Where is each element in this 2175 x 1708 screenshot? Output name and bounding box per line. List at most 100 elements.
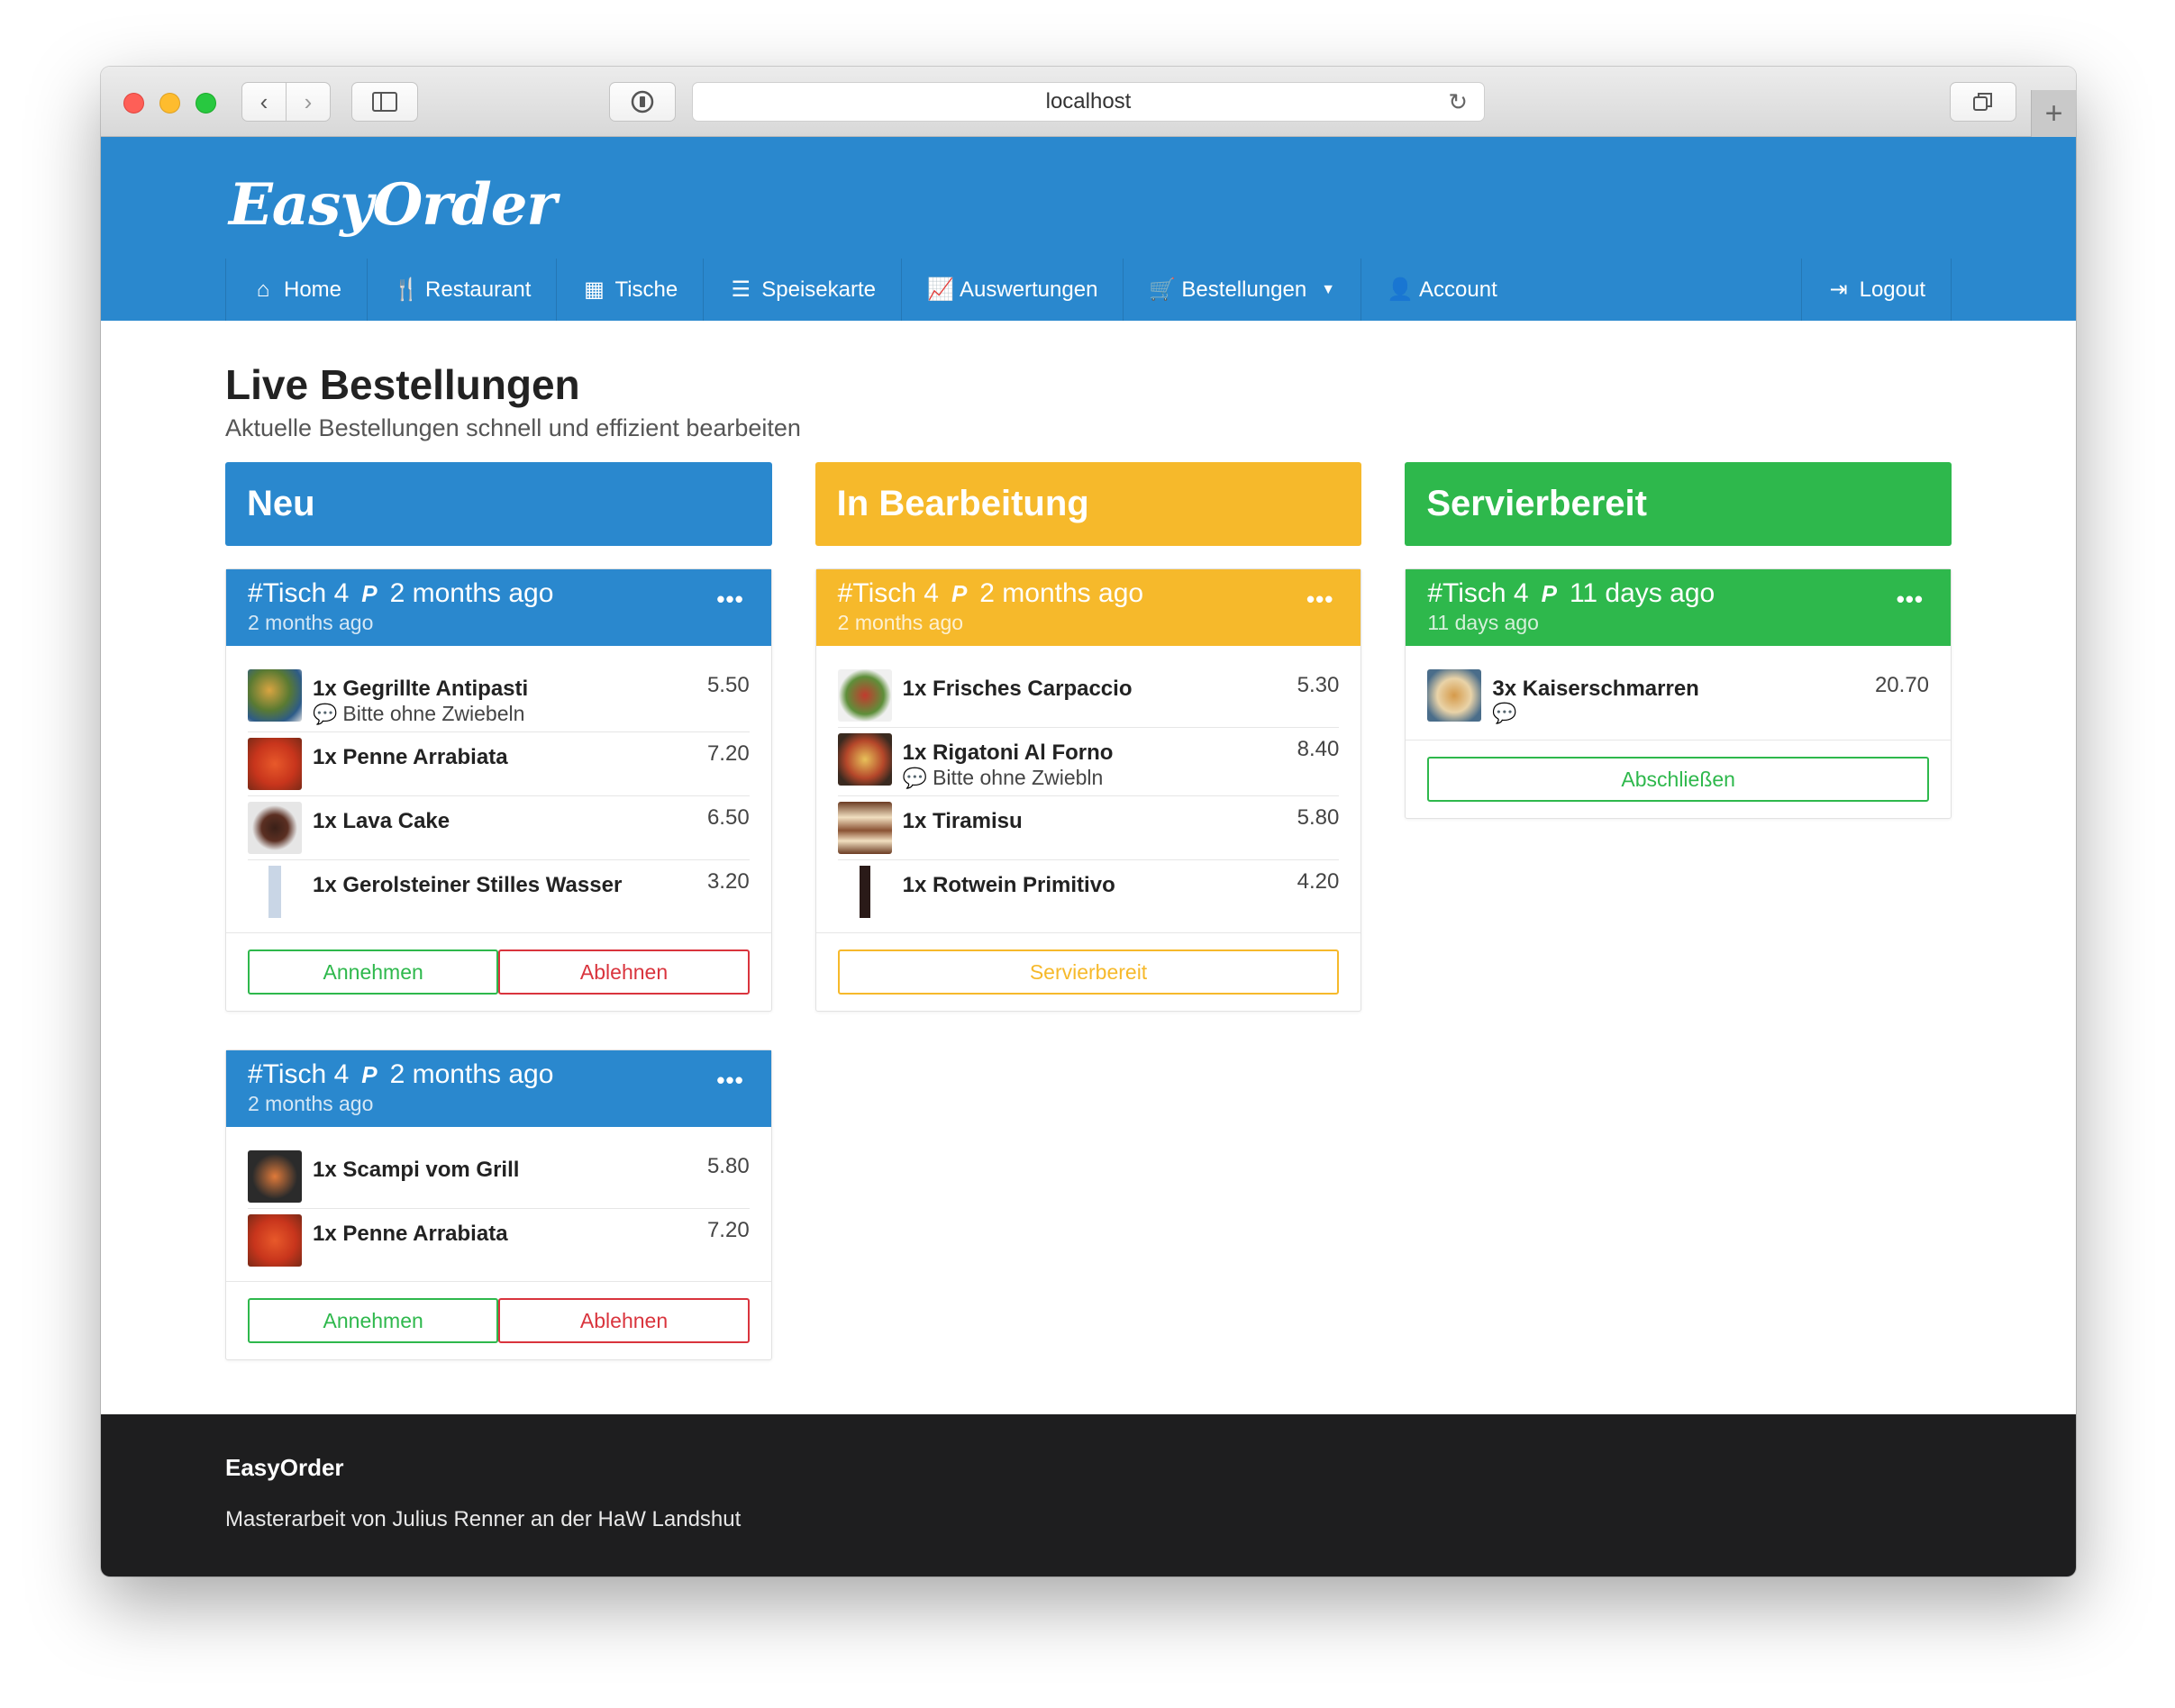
- column-in-bearbeitung-header: In Bearbeitung: [814, 462, 1362, 546]
- servierbereit-button[interactable]: Servierbereit: [837, 949, 1340, 995]
- column-neu-header: Neu: [225, 462, 772, 546]
- order-item: 1x Penne Arrabiata 7.20: [248, 732, 750, 796]
- user-icon: 👤: [1387, 277, 1414, 302]
- nav-restaurant-label: Restaurant: [425, 277, 532, 302]
- order-actions: Annehmen Ablehnen: [226, 932, 771, 1011]
- order-item: 1x Lava Cake 6.50: [248, 796, 750, 860]
- item-note: 💬: [1492, 702, 1875, 725]
- dish-image: [248, 738, 302, 790]
- reload-icon[interactable]: ↻: [1448, 88, 1468, 116]
- nav-account[interactable]: 👤 Account: [1361, 259, 1523, 321]
- chevron-left-icon: ‹: [259, 87, 268, 115]
- privacy-button[interactable]: [609, 82, 676, 122]
- item-price: 7.20: [706, 1218, 750, 1242]
- more-options-icon[interactable]: •••: [1306, 586, 1333, 613]
- nav-logout[interactable]: ⇥ Logout: [1800, 259, 1952, 321]
- more-options-icon[interactable]: •••: [1897, 586, 1924, 613]
- order-item: 1x Gerolsteiner Stilles Wasser 3.20: [248, 860, 750, 923]
- tab-overview-button[interactable]: [1950, 82, 2016, 122]
- order-subtime: 11 days ago: [1427, 611, 1539, 634]
- shield-icon: [631, 90, 654, 114]
- order-table: #Tisch 4: [837, 578, 939, 608]
- url-text: localhost: [1045, 89, 1132, 114]
- main-navbar: ⌂ Home 🍴 Restaurant ▦ Tische ☰ Speisekar…: [225, 259, 1952, 321]
- order-table: #Tisch 4: [248, 578, 350, 608]
- accept-button[interactable]: Annehmen: [248, 949, 499, 995]
- app-header: EasyOrder ⌂ Home 🍴 Restaurant ▦ Tische ☰…: [101, 137, 2076, 321]
- nav-speisekarte[interactable]: ☰ Speisekarte: [703, 259, 901, 321]
- forward-button[interactable]: ›: [286, 82, 331, 122]
- item-name: 1x Rigatoni Al Forno: [902, 740, 1114, 765]
- item-name: 1x Rotwein Primitivo: [902, 873, 1115, 897]
- nav-restaurant[interactable]: 🍴 Restaurant: [367, 259, 556, 321]
- dish-image: [248, 1214, 302, 1267]
- page-title: Live Bestellungen: [225, 361, 580, 408]
- back-button[interactable]: ‹: [241, 82, 287, 122]
- plus-icon: +: [2044, 95, 2063, 131]
- chart-icon: 📈: [926, 277, 954, 302]
- nav-bestellungen-label: Bestellungen: [1181, 277, 1307, 302]
- order-time: 11 days ago: [1569, 578, 1715, 608]
- order-item: 3x Kaiserschmarren 💬 20.70: [1427, 664, 1929, 731]
- address-bar[interactable]: localhost ↻: [692, 82, 1485, 122]
- item-price: 4.20: [1297, 869, 1340, 894]
- order-items: 3x Kaiserschmarren 💬 20.70: [1406, 646, 1951, 740]
- nav-logout-label: Logout: [1859, 277, 1925, 302]
- item-name: 1x Frisches Carpaccio: [902, 677, 1133, 701]
- nav-auswertungen[interactable]: 📈 Auswertungen: [900, 259, 1123, 321]
- dish-image: [248, 802, 302, 854]
- decline-button[interactable]: Ablehnen: [498, 1298, 750, 1343]
- main-content: Live Bestellungen Aktuelle Bestellungen …: [101, 321, 2076, 1360]
- dish-image: [248, 1150, 302, 1203]
- nav-speisekarte-label: Speisekarte: [761, 277, 876, 302]
- more-options-icon[interactable]: •••: [716, 586, 743, 613]
- order-items: 1x Gegrillte Antipasti 💬 Bitte ohne Zwieb…: [226, 646, 771, 932]
- app-logo[interactable]: EasyOrder: [229, 171, 557, 239]
- item-price: 5.30: [1297, 673, 1340, 697]
- order-card-header: #Tisch 4 P 2 months ago 2 months ago •••: [226, 1050, 771, 1127]
- order-card: #Tisch 4 P 2 months ago 2 months ago •••…: [814, 568, 1362, 1012]
- order-subtime: 2 months ago: [248, 611, 374, 634]
- item-note: 💬 Bitte ohne Zwiebeln: [313, 702, 707, 726]
- paypal-icon: P: [361, 579, 378, 607]
- order-item: 1x Frisches Carpaccio 5.30: [837, 664, 1340, 728]
- order-subtime: 2 months ago: [837, 611, 964, 634]
- order-table: #Tisch 4: [248, 1059, 350, 1089]
- nav-auswertungen-label: Auswertungen: [959, 277, 1098, 302]
- browser-titlebar: ‹ › localhost ↻ +: [101, 67, 2076, 137]
- item-price: 20.70: [1874, 673, 1930, 697]
- more-options-icon[interactable]: •••: [716, 1067, 743, 1095]
- order-actions: Servierbereit: [815, 932, 1361, 1011]
- grid-icon: ▦: [584, 277, 605, 302]
- nav-tische[interactable]: ▦ Tische: [556, 259, 703, 321]
- item-name: 1x Tiramisu: [902, 809, 1023, 833]
- order-time: 2 months ago: [389, 1059, 554, 1089]
- order-table: #Tisch 4: [1427, 578, 1529, 608]
- order-card: #Tisch 4 P 2 months ago 2 months ago •••…: [225, 568, 772, 1012]
- order-card: #Tisch 4 P 11 days ago 11 days ago ••• 3…: [1405, 568, 1952, 819]
- dish-image: [837, 802, 892, 854]
- item-name: 1x Lava Cake: [313, 809, 450, 833]
- order-items: 1x Scampi vom Grill 5.80 1x Penne Arrabi…: [226, 1127, 771, 1281]
- nav-bestellungen[interactable]: 🛒 Bestellungen ▼: [1123, 259, 1361, 321]
- minimize-window-button[interactable]: [159, 93, 180, 114]
- zoom-window-button[interactable]: [196, 93, 216, 114]
- order-item: 1x Gegrillte Antipasti 💬 Bitte ohne Zwieb…: [248, 664, 750, 732]
- complete-button[interactable]: Abschließen: [1427, 757, 1930, 802]
- dish-image: [837, 733, 892, 786]
- order-item: 1x Scampi vom Grill 5.80: [248, 1145, 750, 1209]
- footer-brand: EasyOrder: [225, 1454, 344, 1481]
- order-card-header: #Tisch 4 P 2 months ago 2 months ago •••: [815, 569, 1361, 646]
- order-items: 1x Frisches Carpaccio 5.30 1x Rigatoni A…: [816, 646, 1361, 932]
- order-time: 2 months ago: [979, 578, 1144, 608]
- dish-image: [837, 669, 892, 722]
- decline-button[interactable]: Ablehnen: [498, 949, 750, 995]
- accept-button[interactable]: Annehmen: [248, 1298, 499, 1343]
- item-name: 1x Gerolsteiner Stilles Wasser: [313, 873, 623, 897]
- new-tab-button[interactable]: +: [2031, 90, 2076, 137]
- nav-home[interactable]: ⌂ Home: [225, 259, 367, 321]
- close-window-button[interactable]: [123, 93, 144, 114]
- item-price: 7.20: [706, 741, 750, 766]
- sidebar-toggle-button[interactable]: [351, 82, 418, 122]
- order-columns: Neu #Tisch 4 P 2 months ago 2 months ago…: [225, 462, 1952, 1360]
